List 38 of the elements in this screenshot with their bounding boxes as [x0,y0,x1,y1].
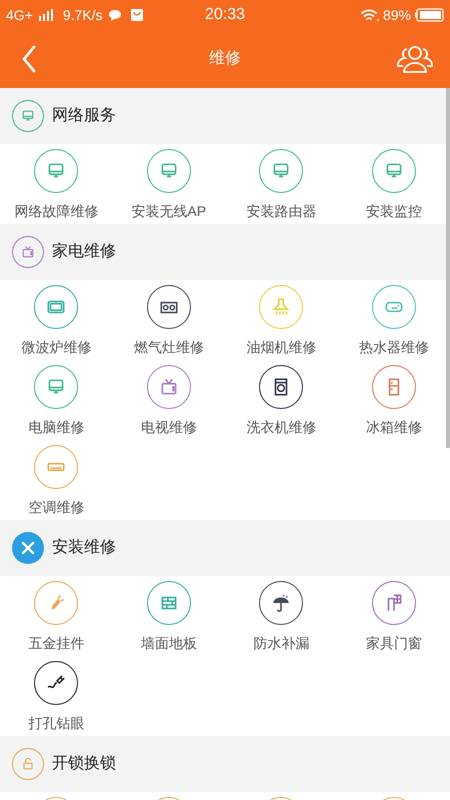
battery-percent: 89% [382,6,411,24]
bag-icon [130,8,144,22]
section-title: 家电维修 [52,242,116,262]
service-label: 安装无线AP [131,202,206,221]
service-label: 热水器维修 [358,338,429,357]
service-button[interactable] [259,581,304,625]
service-label: 安装监控 [366,202,422,221]
service-label: 网络故障维修 [14,202,98,221]
battery-icon [414,8,444,22]
service-label: 油烟机维修 [246,338,316,357]
service-label: 电脑维修 [28,418,84,437]
signal-icon [38,9,54,21]
network-speed: 9.7K/s [62,6,103,24]
service-label: 墙面地板 [140,634,197,653]
back-icon [21,45,37,73]
section-title: 开锁换锁 [52,754,116,774]
chat-bubble-icon [108,8,122,22]
service-label: 燃气灶维修 [134,338,204,357]
section-title: 安装维修 [52,538,116,558]
service-label: 家具门窗 [366,634,422,653]
clock-time: 20:33 [204,5,246,25]
service-button[interactable] [146,285,191,329]
page-title: 维修 [209,48,241,69]
service-label: 微波炉维修 [21,338,92,357]
service-label: 电视维修 [140,418,197,437]
service-button[interactable] [259,365,304,409]
service-label: 五金挂件 [28,634,84,653]
section-title: 网络服务 [52,106,116,126]
service-label: 打孔钻眼 [28,714,84,733]
service-label: 安装路由器 [246,202,316,221]
service-label: 冰箱维修 [366,418,422,437]
service-label: 洗衣机维修 [246,418,316,437]
wifi-icon [360,8,380,22]
people-icon [395,43,435,75]
network-type: 4G+ [6,6,33,24]
service-button[interactable] [34,661,78,705]
service-label: 空调维修 [28,498,84,517]
service-label: 防水补漏 [253,634,310,653]
